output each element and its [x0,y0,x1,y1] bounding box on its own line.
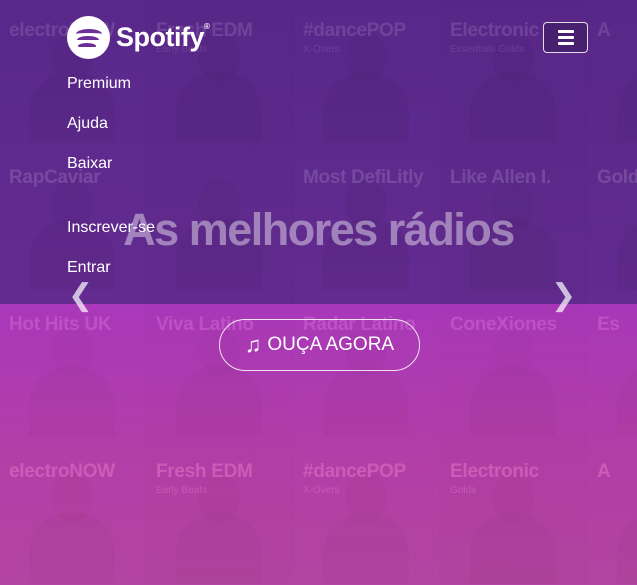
nav-link-inscrever[interactable]: Inscrever-se [67,219,155,237]
nav-link-entrar[interactable]: Entrar [67,259,111,277]
music-note-icon: ♫ [244,332,262,357]
spotify-logo-icon [67,16,110,59]
chevron-left-icon[interactable]: ❮ [68,278,93,313]
spotify-wordmark: Spotify® [116,22,210,52]
nav-link-premium[interactable]: Premium [67,75,131,93]
hamburger-menu-icon[interactable] [543,22,588,53]
chevron-right-icon[interactable]: ❯ [551,278,576,313]
listen-now-label: OUÇA AGORA [267,334,395,355]
listen-now-button[interactable]: ♫ OUÇA AGORA [219,319,420,371]
spotify-logo[interactable]: Spotify® [67,16,210,59]
nav-link-ajuda[interactable]: Ajuda [67,115,108,133]
nav-link-baixar[interactable]: Baixar [67,155,112,173]
